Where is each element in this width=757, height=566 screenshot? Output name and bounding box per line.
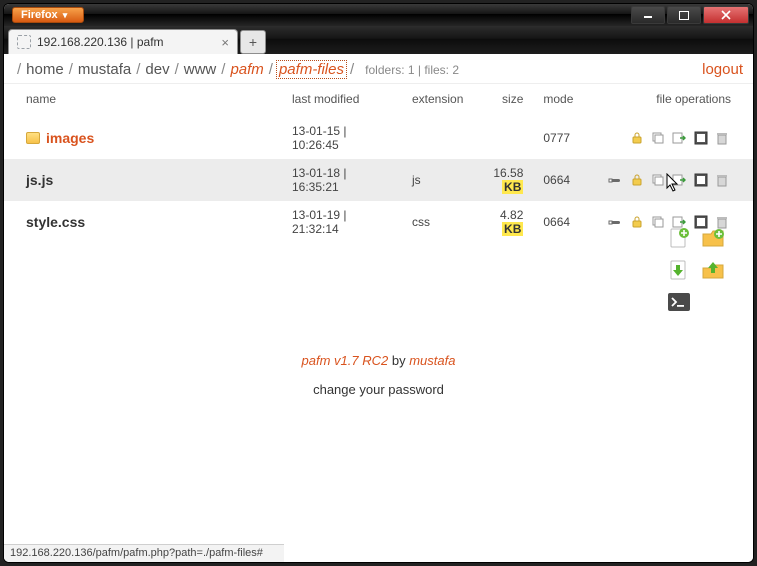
table-row: images 13-01-15 | 10:26:45 0777 xyxy=(4,117,753,160)
page-content: / home/ mustafa/ dev/ www/ pafm/ pafm-fi… xyxy=(4,54,753,562)
favicon-placeholder-icon xyxy=(17,35,31,49)
cell-mode: 0777 xyxy=(531,117,581,160)
cell-ext: css xyxy=(404,201,471,243)
tab-close-icon[interactable]: × xyxy=(221,36,229,49)
chmod-icon[interactable] xyxy=(629,172,645,188)
browser-tab[interactable]: 192.168.220.136 | pafm × xyxy=(8,29,238,54)
crumb-dev[interactable]: dev xyxy=(143,61,171,78)
titlebar: Firefox xyxy=(4,4,753,26)
edit-icon[interactable] xyxy=(607,214,623,230)
cell-size: 16.58 KB xyxy=(471,159,531,201)
change-password-link[interactable]: change your password xyxy=(4,382,753,397)
file-name-link[interactable]: style.css xyxy=(26,214,85,230)
crumb-pafm-files[interactable]: pafm-files xyxy=(276,60,347,79)
tab-strip: 192.168.220.136 | pafm × + xyxy=(4,26,753,54)
table-row: style.css 13-01-19 | 21:32:14 css 4.82 K… xyxy=(4,201,753,243)
crumb-pafm[interactable]: pafm xyxy=(228,61,265,78)
move-icon[interactable] xyxy=(671,172,687,188)
cell-modified: 13-01-15 | 10:26:45 xyxy=(284,117,404,160)
rename-icon[interactable] xyxy=(693,130,709,146)
cell-modified: 13-01-18 | 16:35:21 xyxy=(284,159,404,201)
new-folder-button[interactable] xyxy=(701,226,725,250)
th-size: size xyxy=(471,84,531,117)
th-ops: file operations xyxy=(581,84,753,117)
th-mode: mode xyxy=(531,84,581,117)
window-close-button[interactable] xyxy=(703,6,749,24)
crumb-www[interactable]: www xyxy=(182,61,219,78)
cell-mode: 0664 xyxy=(531,159,581,201)
tab-title: 192.168.220.136 | pafm xyxy=(37,35,164,49)
cell-modified: 13-01-19 | 21:32:14 xyxy=(284,201,404,243)
copy-icon[interactable] xyxy=(650,172,666,188)
table-row: js.js 13-01-18 | 16:35:21 js 16.58 KB 06… xyxy=(4,159,753,201)
copy-icon[interactable] xyxy=(650,214,666,230)
window-minimize-button[interactable] xyxy=(631,6,665,24)
terminal-button[interactable] xyxy=(667,290,691,314)
cell-ext: js xyxy=(404,159,471,201)
copy-icon[interactable] xyxy=(650,130,666,146)
upload-button[interactable] xyxy=(701,258,725,282)
crumb-mustafa[interactable]: mustafa xyxy=(76,61,133,78)
edit-icon[interactable] xyxy=(607,172,623,188)
chmod-icon[interactable] xyxy=(629,214,645,230)
global-operations xyxy=(667,226,725,314)
rename-icon[interactable] xyxy=(693,172,709,188)
firefox-menu-button[interactable]: Firefox xyxy=(12,7,84,23)
status-bar: 192.168.220.136/pafm/pafm.php?path=./paf… xyxy=(4,544,284,562)
crumb-home[interactable]: home xyxy=(24,61,66,78)
delete-icon[interactable] xyxy=(714,172,730,188)
folder-file-counts: folders: 1 | files: 2 xyxy=(365,63,459,77)
footer-credit: pafm v1.7 RC2 by mustafa xyxy=(4,353,753,368)
file-name-link[interactable]: js.js xyxy=(26,172,53,188)
new-file-button[interactable] xyxy=(667,226,691,250)
folder-icon xyxy=(26,132,40,144)
th-name: name xyxy=(4,84,284,117)
cell-mode: 0664 xyxy=(531,201,581,243)
delete-icon[interactable] xyxy=(714,130,730,146)
breadcrumb: / home/ mustafa/ dev/ www/ pafm/ pafm-fi… xyxy=(4,54,753,84)
logout-link[interactable]: logout xyxy=(702,61,743,78)
file-table: name last modified extension size mode f… xyxy=(4,84,753,243)
new-tab-button[interactable]: + xyxy=(240,30,266,54)
th-modified: last modified xyxy=(284,84,404,117)
move-icon[interactable] xyxy=(671,130,687,146)
chmod-icon[interactable] xyxy=(629,130,645,146)
refresh-button[interactable] xyxy=(667,258,691,282)
folder-name-link[interactable]: images xyxy=(46,130,94,146)
app-window: Firefox 192.168.220.136 | pafm × + / hom… xyxy=(3,3,754,563)
cell-size: 4.82 KB xyxy=(471,201,531,243)
th-ext: extension xyxy=(404,84,471,117)
window-maximize-button[interactable] xyxy=(667,6,701,24)
